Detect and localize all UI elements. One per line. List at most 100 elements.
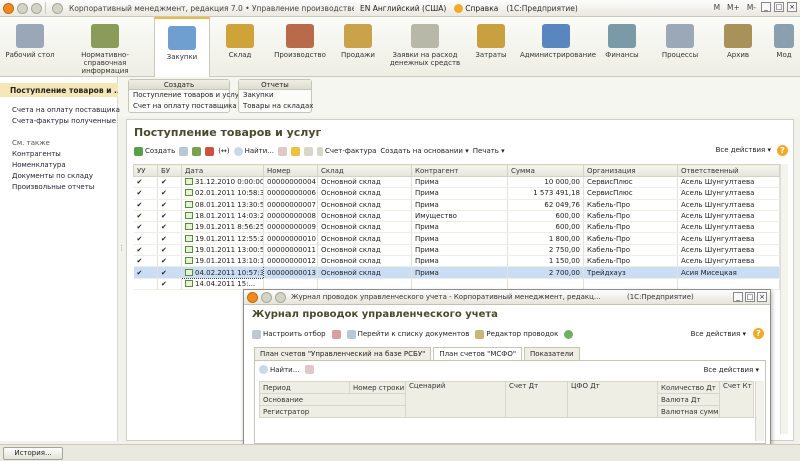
column-header[interactable]: Дата <box>181 164 264 177</box>
column-header[interactable]: Количество Дт <box>657 381 720 394</box>
close-button[interactable]: × <box>787 2 797 12</box>
history-button[interactable]: История... <box>3 447 63 460</box>
table-row[interactable]: ✔ ✔ 19.01.2011 12:55:26 00000000010 Основной… <box>133 232 780 245</box>
journal-menu-icon[interactable] <box>247 291 258 303</box>
nav-item-received-invoices[interactable]: Счета-фактуры полученные <box>12 117 116 125</box>
column-header[interactable]: Ответственный <box>677 164 780 177</box>
configure-filter-button[interactable]: Настроить отбор <box>252 329 326 339</box>
report-stock-link[interactable]: Товары на складах <box>239 101 313 112</box>
table-row[interactable]: ✔ ✔ 19.01.2011 13:00:56 00000000011 Основной… <box>133 244 780 257</box>
journal-close-button[interactable]: × <box>757 292 767 302</box>
memory-plus-button[interactable]: M+ <box>725 3 742 12</box>
maximize-button[interactable]: □ <box>774 2 784 12</box>
table-row[interactable]: ✔ 14.04.2011 15:... <box>133 278 780 290</box>
section-cash-requests[interactable]: Заявки на расход денежных средств <box>388 17 462 77</box>
entries-scrollbar[interactable] <box>755 381 764 441</box>
nav-item-supplier-invoices[interactable]: Счета на оплату поставщика <box>12 106 120 114</box>
column-header[interactable]: ЦФО Дт <box>567 381 658 418</box>
column-header[interactable]: Сценарий <box>405 381 506 418</box>
nav-item-nomenclature[interactable]: Номенклатура <box>12 161 66 169</box>
tab-ifrs-plan[interactable]: План счетов "МСФО" <box>433 347 523 360</box>
forward-icon[interactable] <box>31 2 42 14</box>
copy-icon[interactable] <box>179 146 189 156</box>
column-header[interactable]: Организация <box>583 164 678 177</box>
column-header[interactable]: УУ <box>133 164 158 177</box>
table-row[interactable]: ✔ ✔ 19.01.2011 13:10:19 00000000012 Основной… <box>133 255 780 268</box>
all-actions-menu[interactable]: Все действия ▾ <box>716 146 771 154</box>
app-menu-icon[interactable] <box>3 2 14 14</box>
column-header[interactable]: Номер <box>263 164 318 177</box>
section-costs[interactable]: Затраты <box>466 17 516 77</box>
journal-maximize-button[interactable]: □ <box>745 292 755 302</box>
column-header[interactable]: Валютная сумм... <box>657 405 720 418</box>
refresh-icon[interactable] <box>564 329 574 339</box>
table-row[interactable]: ✔ ✔ 19.01.2011 8:56:25 00000000009 Основной … <box>133 221 780 234</box>
help-link[interactable]: Справка <box>454 3 498 13</box>
section-archive[interactable]: Архив <box>712 17 764 77</box>
back-icon[interactable] <box>17 2 28 14</box>
column-header[interactable]: Регистратор <box>259 405 406 418</box>
unpost-icon[interactable] <box>303 146 313 156</box>
journal-minimize-button[interactable]: _ <box>733 292 743 302</box>
clear-filter-icon[interactable] <box>331 329 341 339</box>
table-row[interactable]: ✔ ✔ 31.12.2010 0:00:00 00000000004 Основной … <box>133 176 780 189</box>
find-button[interactable]: Найти... <box>233 146 274 156</box>
edit-icon[interactable] <box>192 146 202 156</box>
entry-editor-button[interactable]: Редактор проводок <box>475 329 558 339</box>
cancel-search-icon[interactable] <box>305 365 315 374</box>
journal-favorites-icon[interactable] <box>275 291 286 303</box>
goto-documents-button[interactable]: Перейти к списку документов <box>346 329 469 339</box>
help-icon[interactable]: ? <box>777 145 788 156</box>
column-header[interactable]: Склад <box>317 164 412 177</box>
section-administration[interactable]: Администрирование <box>520 17 596 77</box>
entries-all-actions-menu[interactable]: Все действия ▾ <box>704 366 759 374</box>
entries-find-button[interactable]: Найти... <box>259 365 299 374</box>
column-header[interactable]: Счет Кт <box>719 381 754 418</box>
column-header[interactable]: Сумма <box>507 164 584 177</box>
nav-item-receipts[interactable]: Поступление товаров и ... <box>0 83 118 97</box>
print-button[interactable]: Печать ▾ <box>473 147 505 155</box>
refresh-button[interactable]: (↔) <box>218 147 229 155</box>
column-header[interactable]: Контрагент <box>411 164 508 177</box>
column-header[interactable]: Валюта Дт <box>657 393 720 406</box>
tab-management-plan[interactable]: План счетов "Управленческий на базе РСБУ… <box>254 347 432 360</box>
section-reference-info[interactable]: Нормативно-справочная информация <box>60 17 150 77</box>
section-purchases[interactable]: Закупки <box>154 17 210 77</box>
table-row[interactable]: ✔ ✔ 08.01.2011 13:30:53 00000000007 Основной… <box>133 199 780 211</box>
journal-back-icon[interactable] <box>261 291 272 303</box>
column-header[interactable]: Период <box>259 381 350 394</box>
delete-icon[interactable] <box>205 146 215 156</box>
column-header[interactable]: Номер строки <box>349 381 406 394</box>
table-row[interactable]: ✔ ✔ 04.02.2011 10:57:30 00000000013 Основной… <box>133 266 780 279</box>
favorites-icon[interactable] <box>52 2 63 14</box>
column-header[interactable]: Счет Дт <box>505 381 568 418</box>
journal-all-actions-menu[interactable]: Все действия ▾ <box>691 330 746 338</box>
minimize-button[interactable]: _ <box>761 2 771 12</box>
section-more[interactable]: Мод <box>768 17 800 77</box>
tab-indicators[interactable]: Показатели <box>524 347 580 360</box>
section-processes[interactable]: Процессы <box>652 17 708 77</box>
section-warehouse[interactable]: Склад <box>212 17 268 77</box>
table-row[interactable]: ✔ ✔ 02.01.2011 10:58:35 00000000006 Основной… <box>133 187 780 200</box>
nav-item-counterparties[interactable]: Контрагенты <box>12 150 61 158</box>
panel-collapse-handle[interactable]: ⋮ <box>118 244 125 252</box>
section-sales[interactable]: Продажи <box>332 17 384 77</box>
create-based-on-button[interactable]: Создать на основании ▾ <box>380 147 468 155</box>
post-icon[interactable] <box>290 146 300 156</box>
report-purchases-link[interactable]: Закупки <box>239 90 311 101</box>
language-indicator[interactable]: EN Английский (США) <box>360 4 446 13</box>
memory-button[interactable]: M <box>712 3 722 12</box>
create-button[interactable]: Создать <box>134 146 175 156</box>
nav-item-custom-reports[interactable]: Произвольные отчеты <box>12 183 94 191</box>
column-header[interactable]: БУ <box>157 164 182 177</box>
invoice-button[interactable]: Счет-фактура <box>316 146 376 156</box>
section-production[interactable]: Производство <box>270 17 330 77</box>
create-supplier-invoice-link[interactable]: Счет на оплату поставщика <box>129 101 237 112</box>
section-finance[interactable]: Финансы <box>596 17 648 77</box>
memory-minus-button[interactable]: M- <box>745 3 758 12</box>
cancel-search-icon[interactable] <box>277 146 287 156</box>
section-desktop[interactable]: Рабочий стол <box>2 17 58 77</box>
table-row[interactable]: ✔ ✔ 18.01.2011 14:03:25 00000000008 Основной… <box>133 210 780 223</box>
vertical-scrollbar[interactable] <box>780 164 788 434</box>
create-receipt-link[interactable]: Поступление товаров и услуг <box>129 90 243 101</box>
